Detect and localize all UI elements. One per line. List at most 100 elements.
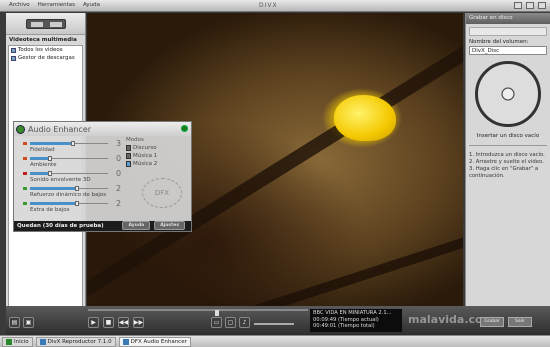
seek-handle[interactable] [215, 310, 219, 316]
dfx-app-icon [122, 338, 129, 345]
slider-value: 2 [116, 184, 122, 193]
enhancer-close-icon[interactable] [181, 125, 188, 132]
speech-mode-icon [126, 145, 131, 151]
video-folder-icon [11, 47, 16, 53]
enhancer-sliders: 3 Fidelidad 0 Ambiente 0 Sonido envolvente 3D… [18, 139, 126, 215]
instruction-step: 2. Arrastre y suelte el video. [469, 159, 544, 165]
slider-handle[interactable] [74, 201, 79, 206]
seek-bar[interactable] [88, 309, 308, 316]
menu-herramientas[interactable]: Herramientas [37, 2, 76, 8]
slider-label: Extra de bajos [30, 207, 70, 213]
instruction-step: 1. Introduzca un disco vacío. [469, 152, 545, 158]
slider-fill [30, 187, 77, 190]
library-toggle-icon[interactable]: ▤ [9, 317, 20, 328]
music-mode-icon [126, 153, 131, 159]
video-frame-subject [334, 95, 396, 141]
slider-handle[interactable] [74, 186, 79, 191]
enhancer-slider[interactable]: 0 Sonido envolvente 3D [18, 169, 126, 185]
rewind-button[interactable]: ◀◀ [118, 317, 129, 328]
enhancer-buttons: Ayuda Ajustes [122, 221, 185, 230]
burn-button[interactable]: Grabar [480, 317, 504, 327]
taskbar-item-dfx[interactable]: DFX Audio Enhancer [118, 336, 191, 347]
divx-app-icon [39, 338, 46, 345]
now-playing-info: BBC VIDA EN MINIATURA 2.1... 00:09:49 (T… [310, 309, 402, 332]
enhancer-slider[interactable]: 2 Extra de bajos [18, 199, 126, 215]
slider-indicator-icon [23, 142, 27, 145]
taskbar-item-divx[interactable]: DivX Reproductor 7.1.0 [35, 336, 116, 347]
enhancer-logo-icon [16, 124, 25, 134]
window-title: DIVX [259, 2, 278, 9]
slider-label: Fidelidad [30, 147, 55, 153]
modes-title: Modos [126, 137, 144, 143]
slider-value: 0 [116, 154, 122, 163]
slider-label: Sonido envolvente 3D [30, 177, 91, 183]
slider-handle[interactable] [47, 171, 52, 176]
trial-status-bar: Quedan (30 días de prueba) Ayuda Ajustes [14, 221, 191, 231]
menu-archivo[interactable]: Archivo [8, 2, 31, 8]
stop-button[interactable]: ■ [103, 317, 114, 328]
start-button[interactable]: Inicio [2, 336, 33, 347]
windows-start-icon [6, 338, 12, 345]
library-item-all-videos[interactable]: Todos los videos [9, 46, 82, 54]
mode-musica-1[interactable]: Música 1 [126, 153, 186, 159]
library-section-title: Videoteca multimedia [9, 37, 77, 43]
mode-label: Música 2 [133, 161, 158, 167]
volume-name-field[interactable]: DivX_Disc [469, 46, 547, 55]
burn-panel-header: Grabar en disco [466, 13, 550, 24]
slider-indicator-icon [23, 202, 27, 205]
slider-label: Refuerzo dinámico de bajos [30, 192, 107, 198]
download-manager-icon [11, 55, 16, 61]
slider-indicator-icon [23, 157, 27, 160]
insert-disc-text: Insertar un disco vacío [476, 133, 540, 139]
menu-ayuda[interactable]: Ayuda [82, 2, 101, 8]
enhancer-slider[interactable]: 0 Ambiente [18, 154, 126, 170]
divx-player-window: Archivo Herramientas Ayuda DIVX Videotec… [0, 0, 550, 335]
video-frame-detail [239, 217, 463, 306]
maximize-icon[interactable] [526, 2, 534, 9]
current-time: 00:09:49 [313, 316, 337, 323]
mode-label: Música 1 [133, 153, 158, 159]
slider-fill [30, 202, 77, 205]
help-button[interactable]: Ayuda [122, 221, 151, 230]
library-item-label: Todos los videos [18, 47, 63, 53]
taskbar-item-label: DivX Reproductor 7.1.0 [47, 338, 112, 345]
slider-handle[interactable] [47, 156, 52, 161]
forward-button[interactable]: ▶▶ [133, 317, 144, 328]
folder-icon[interactable]: ▣ [23, 317, 34, 328]
slider-value: 2 [116, 199, 122, 208]
taskbar-item-label: DFX Audio Enhancer [130, 338, 187, 345]
fullscreen-icon[interactable]: ▭ [211, 317, 222, 328]
dfx-emblem: DFX [142, 178, 182, 208]
current-time-label: (Tiempo actual) [337, 316, 379, 323]
volume-icon[interactable]: ♪ [239, 317, 250, 328]
view-toggle-bar [6, 13, 85, 35]
volume-slider[interactable] [254, 323, 294, 325]
enhancer-slider[interactable]: 2 Refuerzo dinámico de bajos [18, 184, 126, 200]
total-time: 00:49:01 [313, 323, 337, 329]
menu-bar: Archivo Herramientas Ayuda [8, 2, 101, 8]
view-mode-toggle[interactable] [26, 19, 66, 29]
mode-musica-2[interactable]: Música 2 [126, 161, 186, 167]
start-label: Inicio [14, 338, 29, 345]
mode-discurso[interactable]: Discurso [126, 145, 186, 151]
window-controls [514, 2, 546, 9]
exit-button[interactable]: Salir [508, 317, 532, 327]
library-item-downloads[interactable]: Gestor de descargas [9, 54, 82, 62]
play-button[interactable]: ▶ [88, 317, 99, 328]
mode-label: Discurso [133, 145, 157, 151]
title-bar: Archivo Herramientas Ayuda DIVX [0, 0, 550, 12]
grid-view-icon[interactable] [49, 21, 62, 27]
settings-button[interactable]: Ajustes [154, 221, 185, 230]
enhancer-header: Audio Enhancer [14, 122, 191, 136]
close-icon[interactable] [538, 2, 546, 9]
slider-value: 0 [116, 169, 122, 178]
music-mode-icon [126, 161, 131, 167]
trial-text: Quedan (30 días de prueba) [17, 223, 104, 229]
list-view-icon[interactable] [30, 21, 43, 27]
playback-controls: ▤ ▣ ▶ ■ ◀◀ ▶▶ ▭ ▢ ♪ BBC VIDA EN MINIATUR… [6, 306, 550, 335]
minimize-icon[interactable] [514, 2, 522, 9]
slider-fill [30, 142, 73, 145]
enhancer-slider[interactable]: 3 Fidelidad [18, 139, 126, 155]
slider-handle[interactable] [70, 141, 75, 146]
aspect-icon[interactable]: ▢ [225, 317, 236, 328]
